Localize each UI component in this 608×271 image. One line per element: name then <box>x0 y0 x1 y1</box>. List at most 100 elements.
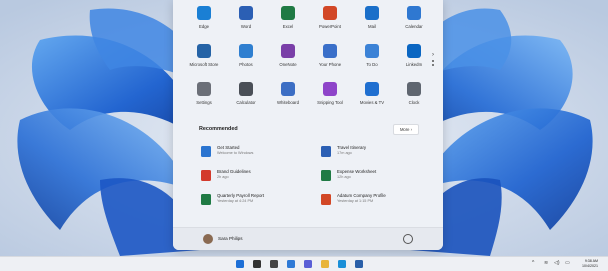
recommended-item-detail: Welcome to Windows <box>217 151 254 155</box>
onenote-icon <box>281 44 295 58</box>
clock-time: 9:38 AM <box>584 259 598 263</box>
app-label: Movies & TV <box>359 100 385 105</box>
pinned-app-photos[interactable]: Photos <box>225 42 267 76</box>
pinned-page-indicator[interactable]: › <box>431 52 435 68</box>
file-icon <box>321 146 331 157</box>
app-label: Excel <box>282 24 294 29</box>
app-label: Whiteboard <box>277 100 299 105</box>
recommended-item-detail: 17m ago <box>337 151 352 155</box>
user-name[interactable]: Sara Philips <box>218 236 243 241</box>
recommended-item[interactable]: Brand Guidelines 2h ago <box>201 168 311 186</box>
start-footer: Sara Philips <box>173 227 443 250</box>
avatar[interactable] <box>203 234 213 244</box>
app-label: Clock <box>408 100 420 105</box>
file-icon <box>201 170 211 181</box>
pinned-app-onenote[interactable]: OneNote <box>267 42 309 76</box>
chevron-right-icon: › <box>432 52 434 58</box>
recommended-item-detail: 12h ago <box>337 175 351 179</box>
calculator-icon <box>239 82 253 96</box>
excel-icon <box>281 6 295 20</box>
pinned-app-edge[interactable]: Edge <box>183 4 225 38</box>
recommended-title: Recommended <box>199 126 238 132</box>
recommended-item-detail: Yesterday at 4:24 PM <box>217 199 254 203</box>
app-label: Calculator <box>236 100 256 105</box>
pinned-app-your-phone[interactable]: Your Phone <box>309 42 351 76</box>
to-do-icon <box>365 44 379 58</box>
recommended-item-detail: 2h ago <box>217 175 229 179</box>
pinned-app-excel[interactable]: Excel <box>267 4 309 38</box>
app-label: Photos <box>239 62 253 67</box>
file-icon <box>321 170 331 181</box>
recommended-item[interactable]: Adatum Company Profile Yesterday at 1:15 … <box>321 192 431 210</box>
app-label: PowerPoint <box>319 24 341 29</box>
word-icon <box>239 6 253 20</box>
file-icon <box>321 194 331 205</box>
app-label: To Do <box>366 62 378 67</box>
recommended-item-detail: Yesterday at 1:15 PM <box>337 199 374 203</box>
whiteboard-icon <box>281 82 295 96</box>
recommended-item[interactable]: Quarterly Payroll Report Yesterday at 4:2… <box>201 192 311 210</box>
search-icon[interactable] <box>253 260 261 268</box>
pinned-app-mail[interactable]: Mail <box>351 4 393 38</box>
snipping-tool-icon <box>323 82 337 96</box>
recommended-header: Recommended More › <box>199 124 419 138</box>
recommended-item[interactable]: Travel Itinerary 17m ago <box>321 144 431 162</box>
powerpoint-icon <box>323 6 337 20</box>
pinned-app-linkedin[interactable]: LinkedIn <box>393 42 435 76</box>
clock-icon <box>407 82 421 96</box>
recommended-item[interactable]: Expense Worksheet 12h ago <box>321 168 431 186</box>
pinned-app-movies-tv[interactable]: Movies & TV <box>351 80 393 114</box>
settings-icon <box>197 82 211 96</box>
wifi-icon[interactable]: ≋ <box>544 260 548 266</box>
pinned-app-microsoft-store[interactable]: Microsoft Store <box>183 42 225 76</box>
pinned-app-settings[interactable]: Settings <box>183 80 225 114</box>
start-icon[interactable] <box>236 260 244 268</box>
task-view-icon[interactable] <box>270 260 278 268</box>
file-icon <box>201 146 211 157</box>
app-label: Snipping Tool <box>317 100 343 105</box>
pinned-app-snipping-tool[interactable]: Snipping Tool <box>309 80 351 114</box>
photos-icon <box>239 44 253 58</box>
pinned-app-to-do[interactable]: To Do <box>351 42 393 76</box>
more-button[interactable]: More › <box>393 124 419 135</box>
recommended-item-name: Expense Worksheet <box>337 169 377 174</box>
volume-icon[interactable]: ◁) <box>554 260 560 266</box>
recommended-item[interactable]: Get Started Welcome to Windows <box>201 144 311 162</box>
chevron-up-icon[interactable]: ^ <box>532 260 534 266</box>
battery-icon[interactable]: ▭ <box>565 260 570 266</box>
pinned-apps-grid: Edge Word Excel PowerPoint Mail Calendar Micro… <box>183 4 435 114</box>
pinned-app-clock[interactable]: Clock <box>393 80 435 114</box>
app-label: Your Phone <box>318 62 342 67</box>
power-icon[interactable] <box>403 234 413 244</box>
app-label: Edge <box>198 24 210 29</box>
pinned-app-word[interactable]: Word <box>225 4 267 38</box>
pinned-app-whiteboard[interactable]: Whiteboard <box>267 80 309 114</box>
pinned-app-powerpoint[interactable]: PowerPoint <box>309 4 351 38</box>
file-explorer-icon[interactable] <box>321 260 329 268</box>
file-icon <box>201 194 211 205</box>
clock[interactable]: 9:38 AM 10/4/2021 <box>582 259 598 268</box>
system-tray[interactable]: ^ ≋ ◁) ▭ 9:38 AM 10/4/2021 <box>532 259 602 269</box>
app-label: OneNote <box>279 62 297 67</box>
app-label: Mail <box>368 24 376 29</box>
app-label: Word <box>240 24 252 29</box>
microsoft-store-icon <box>197 44 211 58</box>
taskbar: ^ ≋ ◁) ▭ 9:38 AM 10/4/2021 <box>0 256 608 271</box>
start-menu: Edge Word Excel PowerPoint Mail Calendar Micro… <box>173 0 443 250</box>
store-icon[interactable] <box>355 260 363 268</box>
widgets-icon[interactable] <box>287 260 295 268</box>
recommended-item-name: Get Started <box>217 145 240 150</box>
recommended-item-name: Adatum Company Profile <box>337 193 386 198</box>
edge-icon <box>197 6 211 20</box>
app-label: Calendar <box>405 24 423 29</box>
pinned-app-calendar[interactable]: Calendar <box>393 4 435 38</box>
recommended-item-name: Quarterly Payroll Report <box>217 193 265 198</box>
your-phone-icon <box>323 44 337 58</box>
app-label: LinkedIn <box>405 62 423 67</box>
movies-tv-icon <box>365 82 379 96</box>
app-label: Microsoft Store <box>189 62 219 67</box>
edge-icon[interactable] <box>338 260 346 268</box>
pinned-app-calculator[interactable]: Calculator <box>225 80 267 114</box>
chat-icon[interactable] <box>304 260 312 268</box>
recommended-item-name: Travel Itinerary <box>337 145 367 150</box>
